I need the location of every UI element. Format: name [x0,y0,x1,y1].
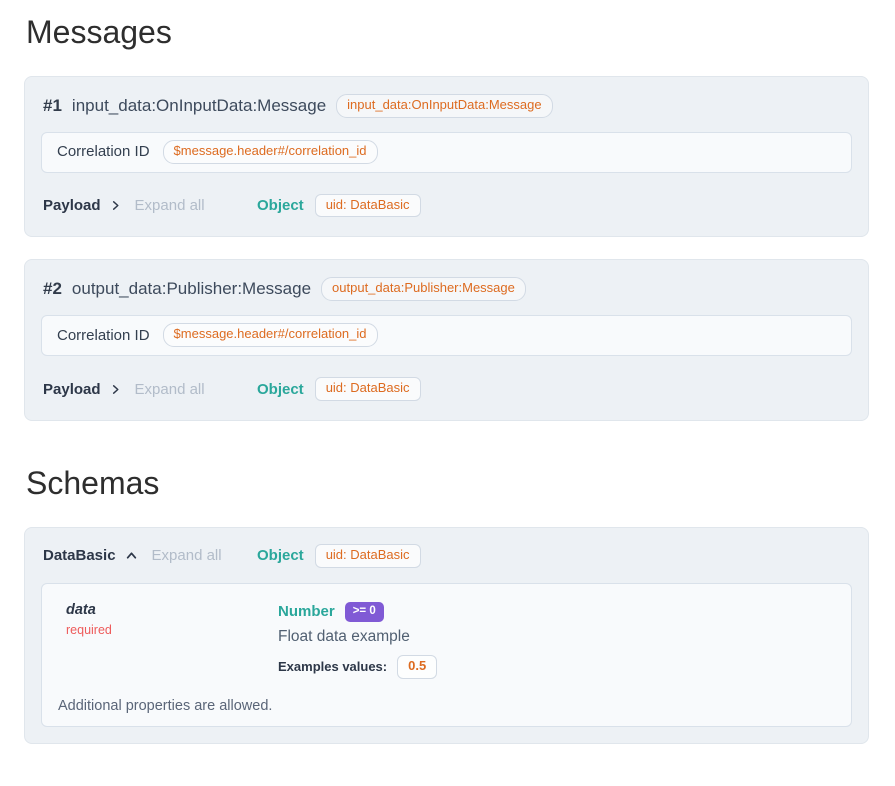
property-constraint-badge: >= 0 [345,602,384,622]
property-required-label: required [66,623,278,637]
schema-property-row: data required Number >= 0 Float data exa… [58,602,835,679]
message-title-row: #1 input_data:OnInputData:Message input_… [43,94,852,118]
schema-header-left: DataBasic Expand all [43,547,257,564]
payload-expander[interactable]: Payload [43,197,121,214]
payload-row-left: Payload Expand all [43,197,257,214]
correlation-id-badge: $message.header#/correlation_id [163,323,378,347]
correlation-id-label: Correlation ID [57,327,150,344]
payload-row: Payload Expand all Object uid: DataBasic [41,194,852,221]
chevron-up-icon [125,549,138,562]
payload-uid-badge: uid: DataBasic [315,194,421,218]
property-description: Float data example [278,628,835,646]
payload-label: Payload [43,381,101,398]
schema-header-row: DataBasic Expand all Object uid: DataBas… [41,544,852,571]
expand-all-button[interactable]: Expand all [135,197,205,214]
message-card: #2 output_data:Publisher:Message output_… [24,259,869,421]
docs-page: Messages #1 input_data:OnInputData:Messa… [0,0,895,786]
payload-row: Payload Expand all Object uid: DataBasic [41,377,852,404]
message-index: #1 [43,96,62,116]
correlation-id-row: Correlation ID $message.header#/correlat… [41,315,852,356]
payload-expander[interactable]: Payload [43,381,121,398]
example-value-badge: 0.5 [397,655,437,679]
message-card: #1 input_data:OnInputData:Message input_… [24,76,869,238]
property-name-column: data required [66,602,278,637]
expand-all-button[interactable]: Expand all [152,547,222,564]
message-index: #2 [43,279,62,299]
schema-properties-box: data required Number >= 0 Float data exa… [41,583,852,727]
property-type: Number [278,603,335,620]
message-tag-badge: input_data:OnInputData:Message [336,94,552,118]
additional-properties-note: Additional properties are allowed. [58,698,835,714]
message-title: input_data:OnInputData:Message [72,96,326,116]
correlation-id-label: Correlation ID [57,143,150,160]
schema-type: Object [257,547,304,564]
payload-uid-badge: uid: DataBasic [315,377,421,401]
schema-uid-badge: uid: DataBasic [315,544,421,568]
correlation-id-row: Correlation ID $message.header#/correlat… [41,132,852,173]
property-examples-line: Examples values: 0.5 [278,655,835,679]
message-title-row: #2 output_data:Publisher:Message output_… [43,277,852,301]
property-type-line: Number >= 0 [278,602,835,622]
messages-heading: Messages [26,14,869,51]
property-detail-column: Number >= 0 Float data example Examples … [278,602,835,679]
message-title: output_data:Publisher:Message [72,279,311,299]
chevron-right-icon [110,200,121,211]
schema-name: DataBasic [43,547,116,564]
chevron-right-icon [110,384,121,395]
payload-type-info: Object uid: DataBasic [257,377,421,401]
property-name: data [66,602,278,618]
schemas-heading: Schemas [26,465,869,502]
payload-type: Object [257,381,304,398]
correlation-id-badge: $message.header#/correlation_id [163,140,378,164]
payload-row-left: Payload Expand all [43,381,257,398]
schema-type-info: Object uid: DataBasic [257,544,421,568]
expand-all-button[interactable]: Expand all [135,381,205,398]
message-tag-badge: output_data:Publisher:Message [321,277,526,301]
payload-type-info: Object uid: DataBasic [257,194,421,218]
schema-card: DataBasic Expand all Object uid: DataBas… [24,527,869,744]
payload-label: Payload [43,197,101,214]
examples-label: Examples values: [278,659,387,674]
schema-collapse-toggle[interactable]: DataBasic [43,547,138,564]
payload-type: Object [257,197,304,214]
